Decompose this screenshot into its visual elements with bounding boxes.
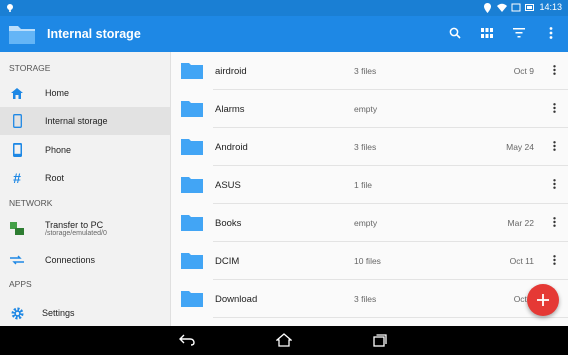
home-button[interactable] [275, 332, 293, 348]
more-vert-icon [549, 27, 553, 39]
sidebar-item-label: Settings [42, 308, 75, 318]
more-vert-icon [552, 141, 556, 151]
sidebar-item-label: Internal storage [45, 116, 108, 126]
transfer-path: /storage/emulated/0 [45, 230, 107, 237]
section-header-storage: STORAGE [9, 63, 51, 73]
recents-icon [373, 333, 387, 347]
section-header-network: NETWORK [9, 198, 53, 208]
folder-icon [181, 139, 203, 155]
list-item[interactable]: Android 3 files May 24 [171, 128, 568, 166]
file-meta: 10 files [354, 256, 381, 266]
sidebar-item-internal-storage[interactable]: Internal storage [0, 107, 170, 135]
location-icon [483, 2, 492, 13]
add-fab-button[interactable] [527, 284, 559, 316]
home-icon [9, 85, 25, 101]
item-menu-button[interactable] [548, 215, 560, 229]
sidebar-item-label: Home [45, 88, 70, 98]
battery-icon [525, 3, 535, 12]
file-name: ASUS [215, 180, 241, 191]
file-name: airdroid [215, 66, 247, 77]
grid-icon [481, 27, 493, 38]
file-meta: empty [354, 104, 378, 114]
file-date: May 24 [506, 142, 534, 152]
folder-icon [181, 253, 203, 269]
sidebar-item-root[interactable]: # Root [0, 164, 170, 192]
search-button[interactable] [446, 24, 464, 42]
item-menu-button[interactable] [548, 63, 560, 77]
list-item[interactable]: Books empty Mar 22 [171, 204, 568, 242]
sidebar-item-label: Connections [45, 255, 96, 265]
file-date: Mar 22 [507, 218, 534, 228]
back-icon [179, 334, 195, 346]
sidebar-item-label: Transfer to PC [45, 220, 104, 230]
folder-app-icon [8, 22, 36, 46]
file-date: Oct 9 [513, 66, 534, 76]
sidebar-item-transfer-to-pc[interactable]: Transfer to PC /storage/emulated/0 [0, 212, 170, 246]
folder-icon [181, 215, 203, 231]
more-vert-icon [552, 179, 556, 189]
home-nav-icon [276, 333, 292, 347]
file-name: Android [215, 142, 248, 153]
gear-icon [9, 305, 25, 321]
more-vert-icon [552, 255, 556, 265]
file-meta: 3 files [354, 142, 377, 152]
hash-icon: # [13, 170, 21, 186]
sidebar-item-settings[interactable]: Settings [0, 299, 170, 327]
more-vert-icon [552, 217, 556, 227]
folder-icon [181, 63, 203, 79]
item-menu-button[interactable] [548, 101, 560, 115]
recents-button[interactable] [371, 332, 389, 348]
file-name: Alarms [215, 104, 245, 115]
grid-view-button[interactable] [478, 24, 496, 42]
list-item[interactable]: Alarms empty [171, 90, 568, 128]
sidebar-item-connections[interactable]: Connections [0, 246, 170, 274]
list-item[interactable]: ASUS 1 file [171, 166, 568, 204]
sidebar-item-phone[interactable]: Phone [0, 136, 170, 164]
app-toolbar: Internal storage [0, 16, 568, 52]
folder-icon [181, 101, 203, 117]
file-name: Download [215, 294, 258, 305]
divider [213, 317, 568, 318]
item-menu-button[interactable] [548, 139, 560, 153]
file-date: Oct 11 [509, 256, 534, 266]
file-meta: 3 files [354, 294, 377, 304]
file-meta: empty [354, 218, 378, 228]
clock: 14:13 [539, 2, 562, 12]
page-title: Internal storage [47, 27, 141, 41]
filter-button[interactable] [510, 24, 528, 42]
connections-icon [9, 252, 25, 268]
back-button[interactable] [178, 332, 196, 348]
phone-icon [9, 142, 25, 158]
file-name: DCIM [215, 256, 240, 267]
section-header-apps: APPS [9, 279, 32, 289]
sidebar-item-home[interactable]: Home [0, 79, 170, 107]
folder-icon [181, 177, 203, 193]
item-menu-button[interactable] [548, 177, 560, 191]
wifi-icon [497, 3, 508, 12]
phone-icon [9, 113, 25, 129]
file-meta: 1 file [354, 180, 372, 190]
file-name: Books [215, 218, 242, 229]
more-vert-icon [552, 103, 556, 113]
file-list: airdroid 3 files Oct 9 Alarms empty Andr… [171, 52, 568, 326]
cast-icon [511, 3, 521, 12]
item-menu-button[interactable] [548, 253, 560, 267]
list-item[interactable]: DCIM 10 files Oct 11 [171, 242, 568, 280]
navigation-drawer: STORAGE Home Internal storage Phone # Ro… [0, 52, 171, 326]
more-vert-icon [552, 65, 556, 75]
status-bar: 14:13 [0, 0, 568, 16]
sidebar-item-label: Phone [45, 145, 72, 155]
transfer-icon [9, 221, 25, 237]
notification-icon [6, 3, 14, 15]
list-item[interactable]: Download 3 files Oct 1 [171, 280, 568, 318]
folder-icon [181, 291, 203, 307]
plus-icon [537, 294, 549, 306]
list-item[interactable]: airdroid 3 files Oct 9 [171, 52, 568, 90]
search-icon [449, 27, 461, 39]
sidebar-item-label: Root [45, 173, 65, 183]
overflow-menu-button[interactable] [542, 24, 560, 42]
filter-icon [513, 28, 525, 38]
system-nav-bar [0, 326, 568, 355]
file-meta: 3 files [354, 66, 377, 76]
